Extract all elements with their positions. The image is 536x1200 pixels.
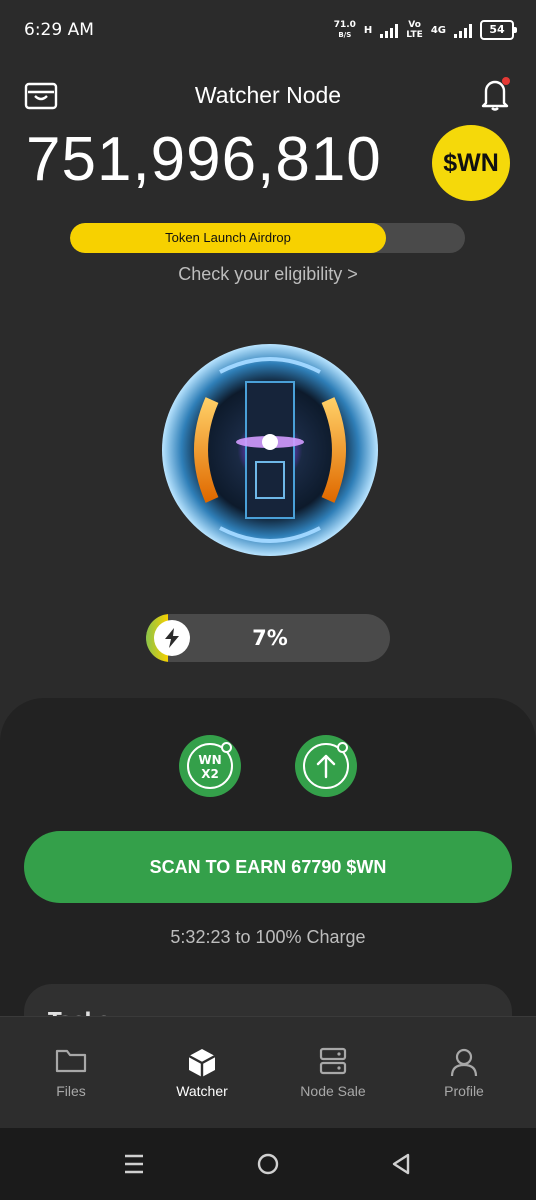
- system-navigation-bar: [0, 1128, 536, 1200]
- signal-2-icon: [454, 22, 472, 38]
- balance-amount: 751,996,810: [26, 125, 382, 194]
- scan-to-earn-button[interactable]: SCAN TO EARN 67790 $WN: [24, 831, 512, 903]
- menu-icon[interactable]: [123, 1153, 145, 1175]
- network-speed: 71.0 B/S: [333, 20, 356, 39]
- battery-icon: 54: [480, 20, 517, 40]
- bottom-tab-bar: Files Watcher Node Sale Profile: [0, 1016, 536, 1129]
- airdrop-label: Token Launch Airdrop: [165, 230, 291, 245]
- network-h-label: H: [363, 24, 373, 36]
- bell-icon[interactable]: [478, 76, 512, 112]
- tab-profile-label: Profile: [444, 1083, 484, 1099]
- tab-node-sale[interactable]: Node Sale: [266, 1017, 400, 1129]
- cube-icon: [188, 1049, 216, 1077]
- tab-watcher-label: Watcher: [176, 1083, 228, 1099]
- x2-boost-bottom: X2: [201, 767, 219, 781]
- tab-watcher[interactable]: Watcher: [135, 1017, 269, 1129]
- tab-profile[interactable]: Profile: [397, 1017, 531, 1129]
- check-eligibility-link[interactable]: Check your eligibility >: [0, 264, 536, 285]
- status-time: 6:29 AM: [24, 20, 94, 40]
- airdrop-progress-bar[interactable]: Token Launch Airdrop: [70, 223, 465, 253]
- x2-boost-button[interactable]: WN X2: [179, 735, 241, 797]
- watcher-node-orb[interactable]: [160, 342, 380, 558]
- wn-token-badge: $WN: [432, 125, 510, 201]
- folder-icon: [55, 1049, 87, 1073]
- upgrade-button[interactable]: [295, 735, 357, 797]
- back-icon[interactable]: [390, 1152, 412, 1176]
- network-4g-label: 4G: [430, 24, 446, 36]
- notification-dot: [502, 77, 510, 85]
- x2-boost-top: WN: [198, 753, 222, 767]
- tab-files-label: Files: [56, 1083, 86, 1099]
- arrow-up-icon: [316, 754, 336, 779]
- home-icon[interactable]: [256, 1152, 280, 1176]
- app-header: Watcher Node: [0, 60, 536, 132]
- volte-icon: Vo LTE: [406, 20, 423, 40]
- status-bar: 6:29 AM 71.0 B/S H Vo LTE 4G 54: [0, 0, 536, 60]
- server-icon: [319, 1047, 347, 1075]
- lightning-icon: [154, 620, 190, 656]
- status-icons: 71.0 B/S H Vo LTE 4G 54: [333, 16, 517, 44]
- charge-timer: 5:32:23 to 100% Charge: [170, 927, 366, 947]
- tab-node-sale-label: Node Sale: [300, 1083, 366, 1099]
- signal-icon: [380, 22, 399, 38]
- token-badge-label: $WN: [443, 148, 499, 177]
- tab-files[interactable]: Files: [4, 1017, 138, 1129]
- page-title: Watcher Node: [194, 82, 342, 108]
- charge-percent: 7%: [252, 626, 288, 650]
- user-icon: [450, 1048, 478, 1077]
